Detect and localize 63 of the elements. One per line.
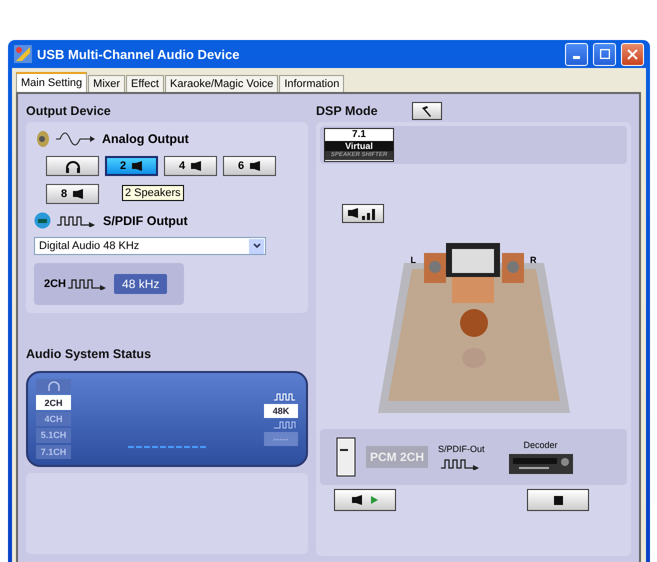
square-wave-icon (57, 214, 97, 226)
speaker-icon (250, 161, 262, 171)
computer-tower-icon (336, 437, 356, 477)
play-icon (371, 496, 378, 504)
section-title: Audio System Status (26, 346, 152, 363)
speakers-button[interactable]: 4 (164, 156, 217, 176)
decoder-label: Decoder (524, 440, 558, 450)
tab[interactable]: Main Setting (16, 72, 88, 92)
chevron-down-icon (252, 243, 260, 249)
stop-button[interactable] (527, 489, 589, 511)
tab[interactable]: Effect (126, 75, 164, 92)
channel-indicator: 4CH (36, 412, 71, 426)
minimize-button[interactable] (565, 42, 588, 66)
right-channel-label: R (530, 255, 536, 265)
tab[interactable]: Mixer (88, 75, 126, 92)
av-receiver-icon (508, 454, 573, 474)
app-logo-icon (14, 45, 32, 63)
speaker-icon (34, 130, 50, 148)
channel-indicator: 5.1CH (36, 428, 71, 443)
speaker-icon (191, 161, 202, 171)
maximize-icon (600, 49, 610, 59)
minimize-icon (573, 56, 580, 58)
spdif-format-dropdown[interactable]: Digital Audio 48 KHz (34, 237, 266, 255)
input-wave-icon (274, 420, 298, 428)
sine-wave-icon (56, 132, 96, 146)
section-title: DSP Mode (316, 104, 378, 118)
digital-port-icon (34, 212, 51, 229)
maximize-button[interactable] (593, 42, 616, 66)
hammer-icon (420, 105, 434, 117)
spdif-output-label: S/PDIF Output (103, 214, 188, 228)
square-wave-icon (441, 458, 482, 470)
speaker-icon (348, 208, 358, 218)
pcm-format-label: PCM 2CH (366, 446, 428, 468)
headphones-button[interactable] (46, 156, 99, 176)
speaker-icon (73, 189, 84, 199)
close-icon (627, 48, 638, 60)
speaker-icon (352, 495, 363, 505)
window-title: USB Multi-Channel Audio Device (37, 46, 240, 62)
channel-label: 2CH (44, 278, 66, 290)
speakers-button[interactable]: 6 (223, 156, 276, 176)
speakers-button[interactable]: 2 (105, 156, 158, 176)
sample-rate-label: 48 kHz (114, 274, 168, 294)
left-channel-label: L (410, 255, 416, 265)
tab[interactable]: Information (279, 75, 344, 92)
square-wave-icon (68, 278, 108, 290)
play-test-button[interactable] (334, 489, 396, 511)
volume-button[interactable] (342, 204, 384, 223)
tab[interactable]: Karaoke/Magic Voice (164, 75, 278, 92)
speakers-button[interactable]: 8 (46, 184, 99, 204)
section-title: Output Device (26, 103, 112, 120)
spdif-out-label: S/PDIF-Out (438, 444, 485, 454)
headphones-icon (64, 160, 80, 172)
tool-button[interactable] (412, 102, 442, 120)
channel-indicator: 2CH (36, 395, 71, 410)
close-button[interactable] (621, 42, 644, 66)
tooltip: 2 Speakers (122, 185, 184, 201)
input-rate-indicator: ----- (264, 432, 298, 446)
stop-icon (554, 496, 562, 504)
analog-output-label: Analog Output (102, 132, 189, 146)
output-wave-icon (274, 392, 298, 400)
output-rate-indicator: 48K (264, 404, 298, 418)
channel-indicator: 7.1CH (36, 444, 71, 460)
speaker-icon (132, 161, 144, 171)
